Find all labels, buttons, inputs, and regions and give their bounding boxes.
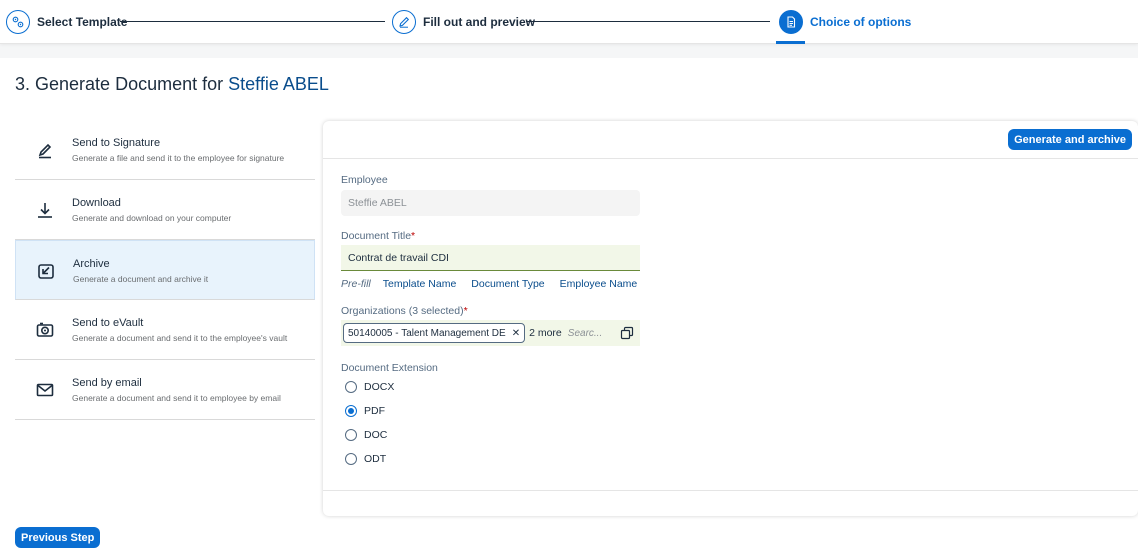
- wizard-step-fill-preview[interactable]: Fill out and preview: [392, 9, 535, 35]
- employee-field-value: Steffie ABEL: [348, 197, 407, 209]
- edit-pen-icon: [392, 10, 416, 34]
- step-connector: [120, 21, 385, 22]
- document-icon: [779, 10, 803, 34]
- organizations-label-text: Organizations (3 selected): [341, 305, 464, 317]
- option-description: Generate a document and send it to the e…: [72, 333, 288, 343]
- page-title: 3. Generate Document for Steffie ABEL: [15, 74, 329, 95]
- extension-option-label: DOCX: [364, 381, 395, 393]
- prefill-label: Pre-fill: [341, 278, 371, 290]
- organization-token[interactable]: 50140005 - Talent Management DE ✕: [343, 323, 526, 343]
- wizard-step-select-template[interactable]: Select Template: [6, 9, 127, 35]
- organizations-label: Organizations (3 selected)*: [341, 305, 468, 317]
- main-panel: 3. Generate Document for Steffie ABEL Se…: [0, 58, 1138, 554]
- radio-button[interactable]: [345, 429, 357, 441]
- extension-option-label: PDF: [364, 405, 385, 417]
- email-icon: [36, 383, 54, 397]
- radio-button-selected[interactable]: [345, 405, 357, 417]
- option-title: Download: [72, 197, 121, 209]
- document-title-label-text: Document Title: [341, 230, 412, 242]
- option-description: Generate a document and archive it: [73, 274, 209, 284]
- wizard-header: Select Template Fill out and preview Cho…: [0, 0, 1138, 44]
- template-gears-icon: [6, 10, 30, 34]
- wizard-step-label: Select Template: [37, 15, 128, 29]
- extension-option-odt[interactable]: ODT: [345, 453, 386, 465]
- extension-option-pdf[interactable]: PDF: [345, 405, 385, 417]
- organization-token-label: 50140005 - Talent Management DE: [348, 327, 506, 339]
- option-description: Generate a document and send it to emplo…: [72, 393, 281, 403]
- organizations-multi-input[interactable]: 50140005 - Talent Management DE ✕ 2 more…: [341, 320, 640, 346]
- prefill-employee-name-link[interactable]: Employee Name: [560, 278, 638, 290]
- option-title: Send to Signature: [72, 137, 161, 149]
- option-description: Generate a file and send it to the emplo…: [72, 153, 285, 163]
- page-title-prefix: 3. Generate Document for: [15, 74, 224, 94]
- extension-option-docx[interactable]: DOCX: [345, 381, 394, 393]
- more-tokens-link[interactable]: 2 more: [529, 327, 562, 339]
- extension-option-doc[interactable]: DOC: [345, 429, 387, 441]
- prefill-document-type-link[interactable]: Document Type: [471, 278, 544, 290]
- option-send-to-evault[interactable]: Send to eVault Generate a document and s…: [15, 300, 315, 360]
- required-marker: *: [463, 305, 468, 317]
- generate-form-card: Generate and archive Employee Steffie AB…: [323, 121, 1138, 516]
- extension-option-label: DOC: [364, 429, 388, 441]
- document-title-label: Document Title*: [341, 230, 415, 242]
- option-send-to-signature[interactable]: Send to Signature Generate a file and se…: [15, 120, 315, 180]
- radio-button[interactable]: [345, 381, 357, 393]
- option-title: Send to eVault: [72, 317, 144, 329]
- vault-icon: [36, 322, 54, 337]
- wizard-step-choice-options[interactable]: Choice of options: [779, 9, 911, 35]
- wizard-step-label: Choice of options: [810, 15, 912, 29]
- organizations-search-placeholder[interactable]: Searc...: [568, 328, 602, 339]
- signature-icon: [38, 143, 52, 159]
- form-footer-divider: [323, 490, 1138, 491]
- extension-option-label: ODT: [364, 453, 387, 465]
- option-title: Archive: [73, 258, 110, 270]
- form-toolbar: Generate and archive: [323, 121, 1138, 159]
- prefill-row: Pre-fill Template Name Document Type Emp…: [341, 278, 652, 290]
- document-title-value: Contrat de travail CDI: [348, 251, 449, 264]
- generate-and-archive-button[interactable]: Generate and archive: [1008, 129, 1132, 150]
- option-download[interactable]: Download Generate and download on your c…: [15, 180, 315, 240]
- option-send-by-email[interactable]: Send by email Generate a document and se…: [15, 360, 315, 420]
- radio-button[interactable]: [345, 453, 357, 465]
- token-remove-icon[interactable]: ✕: [512, 328, 520, 339]
- document-extension-label: Document Extension: [341, 362, 438, 374]
- option-description: Generate and download on your computer: [72, 213, 232, 223]
- step-connector: [526, 21, 770, 22]
- employee-name: Steffie ABEL: [228, 74, 329, 94]
- active-step-indicator: [776, 41, 805, 44]
- action-options-list: Send to Signature Generate a file and se…: [15, 120, 315, 420]
- previous-step-button[interactable]: Previous Step: [15, 527, 101, 548]
- wizard-step-label: Fill out and preview: [423, 15, 536, 29]
- prefill-template-name-link[interactable]: Template Name: [383, 278, 457, 290]
- employee-label: Employee: [341, 174, 388, 186]
- document-title-input[interactable]: Contrat de travail CDI: [341, 245, 640, 271]
- option-title: Send by email: [72, 377, 142, 389]
- download-icon: [38, 203, 52, 218]
- option-archive[interactable]: Archive Generate a document and archive …: [15, 240, 315, 300]
- copy-icon[interactable]: [620, 326, 634, 340]
- employee-field: Steffie ABEL: [341, 190, 640, 216]
- required-marker: *: [411, 230, 416, 242]
- archive-icon: [38, 264, 54, 279]
